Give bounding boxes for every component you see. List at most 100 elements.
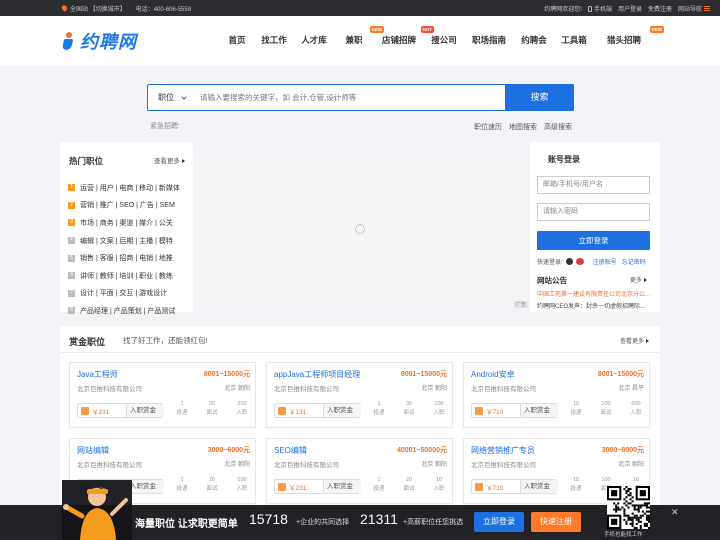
username-field[interactable]: 邮箱/手机号/用户名 bbox=[537, 176, 650, 194]
search-input[interactable] bbox=[200, 90, 500, 105]
site-nav-link[interactable]: 网站导航 bbox=[678, 4, 710, 13]
job-stat: 1 投递 bbox=[170, 476, 194, 494]
nav-item[interactable]: 兼职 NEW bbox=[334, 26, 384, 46]
qq-icon[interactable] bbox=[565, 258, 573, 265]
hot-job-label: 产品经理 | 产品策划 | 产品测试 bbox=[80, 307, 176, 315]
search-button[interactable]: 搜索 bbox=[505, 84, 574, 111]
hot-job-item[interactable]: 3 市场 | 商务 | 渠道 | 媒介 | 公关 bbox=[68, 214, 180, 232]
search-link[interactable]: 地图搜索 bbox=[509, 122, 537, 132]
company-name[interactable]: 北京巨推科技有限公司 bbox=[77, 459, 142, 469]
qr-code-icon bbox=[607, 486, 650, 529]
nav-item-label: 首页 bbox=[228, 35, 246, 45]
location-pin-icon bbox=[60, 4, 69, 12]
logo-mark-icon bbox=[61, 32, 78, 50]
search-link[interactable]: 高级搜索 bbox=[544, 122, 572, 132]
job-title[interactable]: Java工程师 bbox=[77, 369, 118, 380]
stat-label: 面试 bbox=[600, 410, 612, 416]
weibo-icon[interactable] bbox=[575, 258, 584, 265]
company-name[interactable]: 北京巨推科技有限公司 bbox=[471, 459, 536, 469]
stat-number: 1 bbox=[377, 401, 381, 407]
hot-job-label: 销售 | 客服 | 招商 | 电销 | 地推 bbox=[80, 255, 173, 263]
footer-register-button[interactable]: 快速注册 bbox=[531, 512, 581, 532]
nav-item[interactable]: 首页 bbox=[220, 34, 254, 46]
hot-job-item[interactable]: 4 编辑 | 文案 | 后期 | 主播 | 模特 bbox=[68, 232, 180, 250]
loading-spinner-icon bbox=[355, 224, 365, 234]
search-box: 职位 搜索 bbox=[147, 84, 574, 111]
job-stat: 20 面试 bbox=[397, 476, 421, 494]
announcement-item[interactable]: 中国工苑第一建设有限责任公司北京分公... bbox=[537, 289, 650, 298]
close-icon[interactable]: ✕ bbox=[671, 507, 679, 518]
stat-number: 20 bbox=[208, 477, 216, 483]
reward-amount: ￥231 bbox=[289, 485, 307, 492]
reward-label: 入职赏金 bbox=[323, 404, 361, 417]
location[interactable]: 全国站 【切换城市】 bbox=[60, 4, 126, 13]
nav-item[interactable]: 猎头招聘 NEW bbox=[594, 26, 664, 46]
footer-login-button[interactable]: 立即登录 bbox=[474, 512, 524, 532]
stat-number: 10 bbox=[572, 401, 580, 407]
nav-item[interactable]: 找工作 bbox=[254, 34, 294, 46]
stat-label: 投递 bbox=[373, 486, 385, 492]
hot-job-item[interactable]: 2 营销 | 推广 | SEO | 广告 | SEM bbox=[68, 197, 180, 215]
search-link[interactable]: 职位速历 bbox=[474, 122, 502, 132]
nav-item[interactable]: 搜公司 bbox=[424, 34, 464, 46]
stat-label: 面试 bbox=[206, 486, 218, 492]
announcement-item[interactable]: 约聘网CEO发声：封杀一切虚假招聘际... bbox=[537, 301, 650, 310]
forgot-password-link[interactable]: 忘记密码 bbox=[622, 257, 646, 266]
announcement-more-link[interactable]: 更多 bbox=[630, 275, 648, 284]
mobile-link[interactable]: 手机端 bbox=[587, 4, 612, 13]
company-name[interactable]: 北京巨推科技有限公司 bbox=[274, 383, 339, 393]
nav-item[interactable]: 人才库 bbox=[294, 34, 334, 46]
job-stat: 30 面试 bbox=[397, 400, 421, 418]
job-count-desc: +高薪职位任您挑选 bbox=[403, 519, 464, 526]
reward-job-card[interactable]: Android安卓 8001~15000元 北京巨推科技有限公司 北京 昌平 ￥710 入… bbox=[463, 362, 650, 428]
company-count-desc: +企业的共同选择 bbox=[296, 519, 350, 526]
job-salary: 3000~6000元 bbox=[207, 447, 250, 454]
login-button[interactable]: 立即登录 bbox=[537, 231, 650, 250]
nav-item[interactable]: 约聘会 bbox=[514, 34, 554, 46]
arrow-right-icon bbox=[182, 159, 185, 163]
nav-badge: NEW bbox=[369, 26, 384, 33]
nav-item[interactable]: 职场指南 bbox=[464, 34, 514, 46]
rank-number: 1 bbox=[68, 184, 75, 192]
company-name[interactable]: 北京巨推科技有限公司 bbox=[274, 459, 339, 469]
reward-job-card[interactable]: SEO编辑 40001~50000元 北京巨推科技有限公司 北京 朝阳 ￥231 入职赏金… bbox=[266, 438, 453, 504]
nav-item[interactable]: 工具箱 bbox=[554, 34, 594, 46]
search-type-select[interactable]: 职位 bbox=[148, 85, 192, 110]
reward-more-link[interactable]: 查看更多 bbox=[620, 336, 650, 345]
job-stat: 1 投递 bbox=[367, 400, 391, 418]
site-logo[interactable]: 约聘网 bbox=[61, 28, 137, 54]
nav-item[interactable]: 店铺招牌 HOT bbox=[374, 26, 434, 46]
job-title[interactable]: 网站编辑 bbox=[77, 445, 109, 456]
reward-job-card[interactable]: appJava工程师项目经理 8001~15000元 北京巨推科技有限公司 北京 朝阳… bbox=[266, 362, 453, 428]
stat-label: 入职 bbox=[236, 410, 248, 416]
stat-number: 200 bbox=[237, 401, 247, 407]
hot-job-item[interactable]: 6 讲师 | 教师 | 培训 | 职业 | 教练 bbox=[68, 267, 180, 285]
job-title[interactable]: Android安卓 bbox=[471, 369, 515, 380]
money-bag-icon bbox=[475, 483, 483, 491]
job-salary: 8001~15000元 bbox=[400, 371, 447, 378]
stat-number: 20 bbox=[208, 401, 216, 407]
hot-job-item[interactable]: 8 产品经理 | 产品策划 | 产品测试 bbox=[68, 302, 180, 320]
hot-job-item[interactable]: 7 设计 | 平面 | 交互 | 游戏设计 bbox=[68, 285, 180, 303]
hot-job-item[interactable]: 5 销售 | 客服 | 招商 | 电销 | 地推 bbox=[68, 249, 180, 267]
job-location: 北京 朝阳 bbox=[421, 462, 447, 468]
arrow-right-icon bbox=[646, 339, 650, 343]
company-name[interactable]: 北京巨推科技有限公司 bbox=[77, 383, 142, 393]
job-title[interactable]: appJava工程师项目经理 bbox=[274, 369, 360, 380]
reward-job-card[interactable]: Java工程师 8001~15000元 北京巨推科技有限公司 北京 朝阳 ￥231 入职赏… bbox=[69, 362, 256, 428]
job-title[interactable]: SEO编辑 bbox=[274, 445, 307, 456]
hot-jobs-more-link[interactable]: 查看更多 bbox=[154, 155, 185, 165]
urgent-label: 紧急招聘: bbox=[150, 123, 180, 130]
hot-job-item[interactable]: 1 运营 | 用户 | 电商 | 移动 | 新媒体 bbox=[68, 179, 180, 197]
company-name[interactable]: 北京巨推科技有限公司 bbox=[471, 383, 536, 393]
nav-item-label: 约聘会 bbox=[521, 35, 547, 45]
job-title[interactable]: 网络营销推广专员 bbox=[471, 445, 535, 456]
job-location: 北京 朝阳 bbox=[224, 386, 250, 392]
stat-label: 投递 bbox=[570, 410, 582, 416]
password-field[interactable]: 请输入密码 bbox=[537, 203, 650, 221]
user-login-link[interactable]: 用户登录 bbox=[618, 4, 642, 13]
switch-city-link[interactable]: 【切换城市】 bbox=[90, 7, 126, 13]
free-register-link[interactable]: 免费注册 bbox=[648, 4, 672, 13]
job-stat: 10 投递 bbox=[564, 476, 588, 494]
register-link[interactable]: 注册账号 bbox=[593, 257, 617, 266]
